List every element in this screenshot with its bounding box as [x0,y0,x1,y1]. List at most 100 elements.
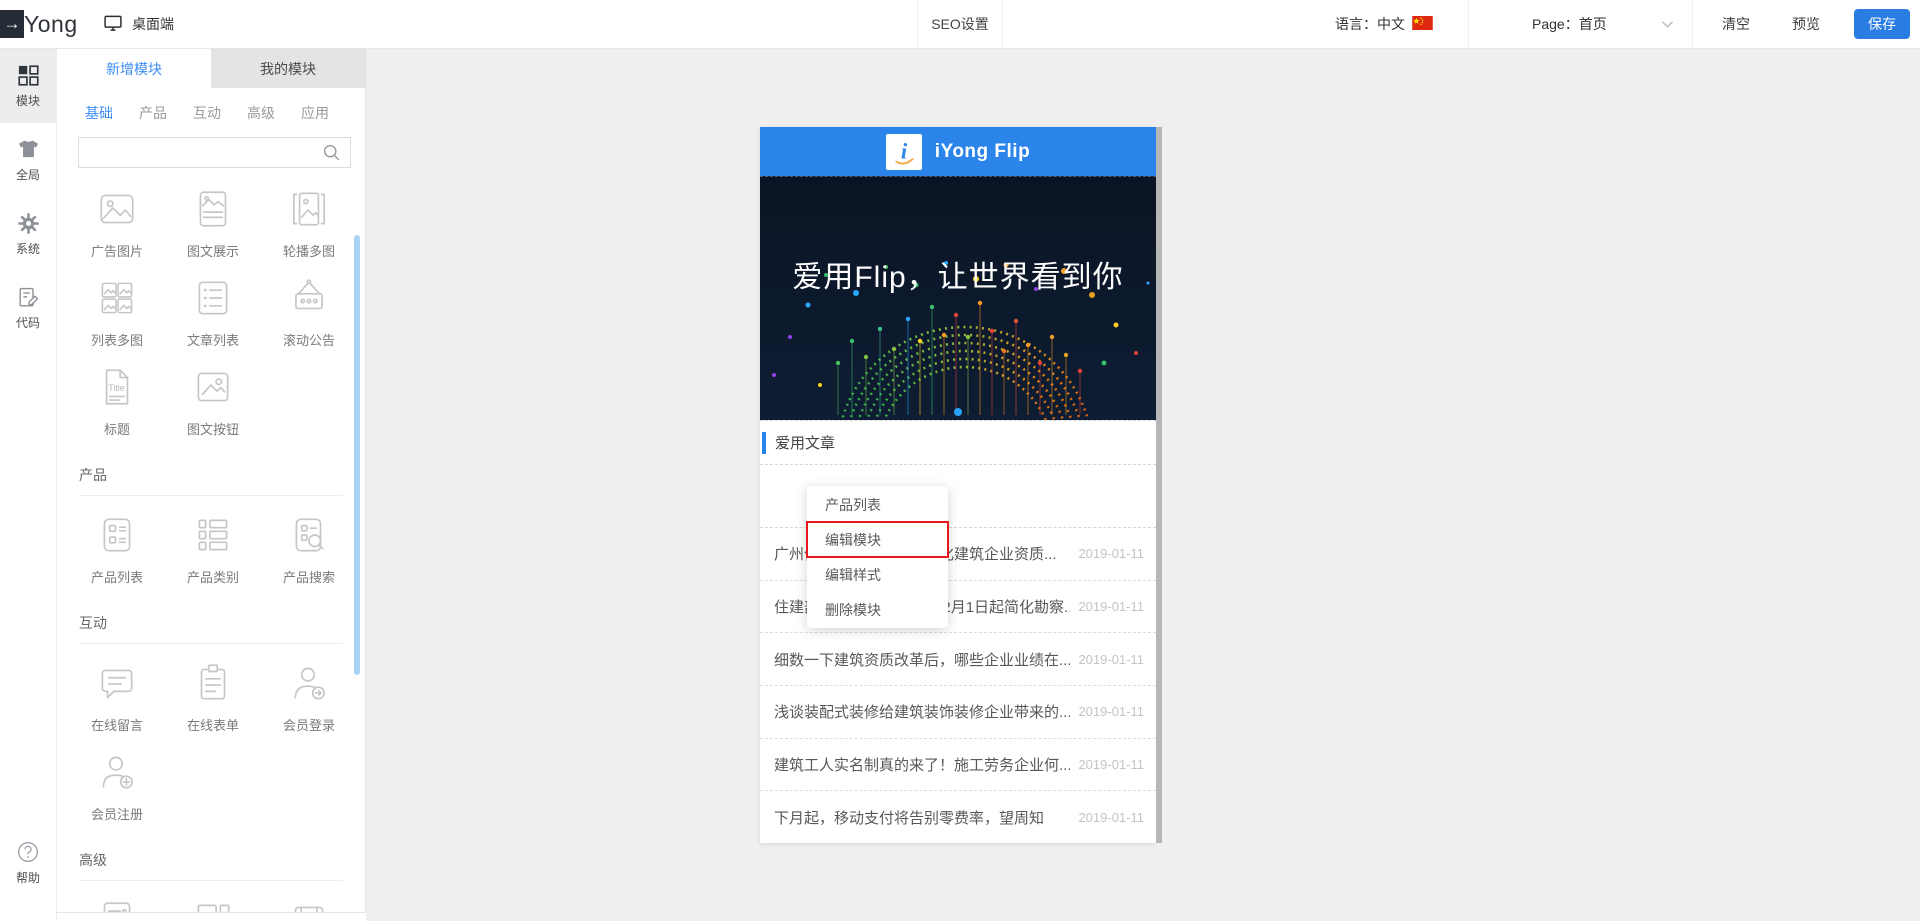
topbar-divider [1468,0,1469,48]
system-icon [17,211,40,235]
sidebar-item-help[interactable]: 帮助 [0,833,56,893]
module-item-message[interactable]: 在线留言 [69,660,165,734]
tab-my-modules[interactable]: 我的模块 [211,49,365,88]
page-label: Page：首页 [1532,14,1607,34]
高级: 高级 页面导航 底部导航 [69,850,357,913]
help-icon [16,840,40,864]
module-item-member-login[interactable]: 会员登录 [261,660,357,734]
module-item-form[interactable]: 在线表单 [165,660,261,734]
video-icon [286,897,332,913]
device-switcher[interactable]: 桌面端 [103,0,174,48]
language-selector[interactable]: 语言：中文 [1335,0,1433,48]
article-section-header[interactable]: 爱用文章 [760,420,1156,465]
app-logo[interactable]: → Yong [0,0,78,48]
article-row[interactable]: 细数一下建筑资质改革后，哪些企业业绩在... 2019-01-11 [760,633,1156,686]
article-date: 2019-01-11 [1078,546,1144,561]
module-item-member-register[interactable]: 会员注册 [69,749,165,823]
module-item-product-category[interactable]: 产品类别 [165,512,261,586]
group-title: 互动 [79,613,357,633]
subtab-interactive[interactable]: 互动 [193,103,221,123]
sidebar-item-code[interactable]: 代码 [0,271,56,345]
module-item-bottom-nav[interactable]: 底部导航 [165,897,261,913]
module-item-title[interactable]: Title 标题 [69,364,165,438]
language-label: 语言：中文 [1335,14,1405,34]
module-item-carousel[interactable]: 轮播多图 [261,186,357,260]
module-item-notice[interactable]: 滚动公告 [261,275,357,349]
group-title: 高级 [79,850,357,870]
module-item-text-image[interactable]: 图文展示 [165,186,261,260]
preview-button[interactable]: 预览 [1792,0,1820,48]
bottom-nav-icon [190,897,236,913]
menu-item-delete-module[interactable]: 删除模块 [807,592,948,627]
section-title: 爱用文章 [775,432,835,453]
seo-settings-button[interactable]: SEO设置 [917,0,1003,48]
title-icon: Title [94,364,140,415]
save-button[interactable]: 保存 [1854,9,1910,39]
left-nav: 模块 全局 系统 代码 帮助 [0,49,57,921]
article-row[interactable]: 建筑工人实名制真的来了！施工劳务企业何... 2019-01-11 [760,739,1156,792]
notice-icon [286,275,332,326]
subtab-product[interactable]: 产品 [139,103,167,123]
site-title: iYong Flip [935,141,1030,163]
page-preview: i iYong Flip 爱用Flip，让世界看到你 [760,127,1156,843]
search-input[interactable] [87,145,322,161]
panel-scrollbar[interactable] [354,235,360,675]
site-logo-icon: i [886,134,922,170]
device-label: 桌面端 [132,14,174,34]
module-item-product-list[interactable]: 产品列表 [69,512,165,586]
module-context-menu: 产品列表 编辑模块 编辑样式 删除模块 [807,486,948,628]
topbar-divider [1692,0,1693,48]
article-title: 下月起，移动支付将告别零费率，望周知 [774,807,1070,828]
banner-module[interactable]: 爱用Flip，让世界看到你 [760,176,1156,420]
search-icon [322,143,341,162]
menu-item-edit-style[interactable]: 编辑样式 [807,557,948,592]
article-row[interactable]: 浅谈装配式装修给建筑装饰装修企业带来的... 2019-01-11 [760,686,1156,739]
subtab-advanced[interactable]: 高级 [247,103,275,123]
group-divider [79,495,343,496]
grid-images-icon [94,275,140,326]
module-item-image-button[interactable]: 图文按钮 [165,364,261,438]
article-date: 2019-01-11 [1078,810,1144,825]
module-item-article-list[interactable]: 文章列表 [165,275,261,349]
module-item-video[interactable]: 在线视频 [261,897,357,913]
group-divider [79,880,343,881]
tab-new-modules[interactable]: 新增模块 [57,49,211,88]
article-list-icon [190,275,236,326]
modules-icon [17,63,40,87]
product-list-icon [94,512,140,563]
subtab-basic[interactable]: 基础 [85,103,113,123]
logo-text: Yong [24,11,78,38]
image-button-icon [190,364,236,415]
menu-item-edit-module[interactable]: 编辑模块 [807,522,948,557]
clear-button[interactable]: 清空 [1722,0,1750,48]
carousel-indicator [954,408,962,416]
sidebar-item-system[interactable]: 系统 [0,197,56,271]
sidebar-item-modules[interactable]: 模块 [0,49,56,123]
section-accent-bar [762,432,766,454]
article-row[interactable]: 下月起，移动支付将告别零费率，望周知 2019-01-11 [760,791,1156,843]
monitor-icon [103,13,123,36]
global-icon [17,137,40,161]
module-item-page-nav[interactable]: 页面导航 [69,897,165,913]
module-group: 广告图片 图文展示 轮播多图 [69,186,357,453]
article-title: 建筑工人实名制真的来了！施工劳务企业何... [774,754,1070,775]
chevron-down-icon [1661,16,1674,32]
sidebar-item-global[interactable]: 全局 [0,123,56,197]
code-icon [17,285,40,309]
ad-image-icon [94,186,140,237]
module-item-ad-image[interactable]: 广告图片 [69,186,165,260]
svg-text:Title: Title [108,383,125,393]
module-item-image-grid[interactable]: 列表多图 [69,275,165,349]
preview-site-header[interactable]: i iYong Flip [760,127,1156,176]
产品: 产品 产品列表 产品类别 [69,465,357,601]
member-login-icon [286,660,332,711]
subtab-app[interactable]: 应用 [301,103,329,123]
module-item-product-search[interactable]: 产品搜索 [261,512,357,586]
article-date: 2019-01-11 [1078,652,1144,667]
preview-scrollbar[interactable] [1156,127,1162,843]
page-selector[interactable]: Page：首页 [1532,0,1674,48]
group-divider [79,643,343,644]
text-image-icon [190,186,236,237]
menu-item-product-list[interactable]: 产品列表 [807,487,948,522]
module-panel: 新增模块 我的模块 基础 产品 互动 高级 应用 [57,49,366,913]
